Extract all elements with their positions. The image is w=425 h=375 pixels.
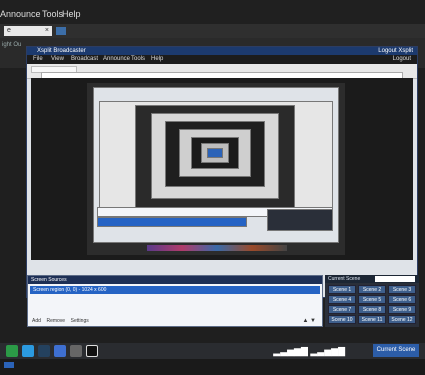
win-menu-view[interactable]: View (51, 56, 64, 62)
current-scene-field[interactable] (375, 276, 415, 282)
captured-window: Xsplit Broadcaster Logout Xsplit File Vi… (26, 46, 419, 327)
window-title: Xsplit Broadcaster (37, 48, 86, 54)
scene-3-button[interactable]: Scene 3 (388, 285, 416, 294)
add-source-button[interactable]: Add (32, 318, 41, 324)
tab-close-icon[interactable]: × (45, 26, 49, 36)
menu-announce[interactable]: Announce (0, 9, 41, 19)
preview-canvas (87, 83, 345, 255)
scene-7-button[interactable]: Scene 7 (328, 305, 356, 314)
window-browser-bar (27, 64, 417, 79)
outer-tabstrip: e × (0, 24, 425, 38)
scene-9-button[interactable]: Scene 9 (388, 305, 416, 314)
scene-1-button[interactable]: Scene 1 (328, 285, 356, 294)
sources-footer: Add Remove Settings (32, 318, 89, 324)
new-tab-icon[interactable] (56, 27, 66, 35)
settings-icon[interactable] (70, 345, 82, 357)
scene-11-button[interactable]: Scene 11 (358, 315, 386, 324)
sources-header: Screen Sources (28, 276, 322, 284)
skype-icon[interactable] (22, 345, 34, 357)
scene-4-button[interactable]: Scene 4 (328, 295, 356, 304)
steam-icon[interactable] (38, 345, 50, 357)
sources-panel: Screen Sources Screen region (0, 0) - 10… (27, 275, 323, 327)
media-icon[interactable] (86, 345, 98, 357)
bottom-left-indicator (4, 362, 14, 368)
scene-2-button[interactable]: Scene 2 (358, 285, 386, 294)
outer-menubar: Announce Tools Help (0, 0, 425, 24)
win-menu-logout[interactable]: Logout (393, 56, 411, 62)
window-titlebar: Xsplit Broadcaster Logout Xsplit (27, 47, 417, 55)
scene-head: Current Scene (325, 275, 419, 283)
scene-10-button[interactable]: Scene 10 (328, 315, 356, 324)
reorder-arrows[interactable]: ▲ ▼ (302, 318, 316, 324)
win-menu-help[interactable]: Help (151, 56, 163, 62)
remove-source-button[interactable]: Remove (46, 318, 65, 324)
source-settings-button[interactable]: Settings (71, 318, 89, 324)
outer-taskbar: ▂▃▅▆▇ ▂▃▅▆▇ Current Scene (0, 343, 425, 359)
chrome-icon[interactable] (6, 345, 18, 357)
scene-5-button[interactable]: Scene 5 (358, 295, 386, 304)
nested-colorful-strip (147, 245, 287, 251)
win-menu-file[interactable]: File (33, 56, 43, 62)
nested-scene-grid (267, 209, 333, 231)
win-menu-announce[interactable]: Announce (103, 56, 130, 62)
preview-area[interactable] (31, 78, 413, 260)
browser-tab[interactable]: e × (4, 26, 52, 36)
nested-window-9 (207, 148, 223, 158)
win-menu-broadcast[interactable]: Broadcast (71, 56, 98, 62)
scene-8-button[interactable]: Scene 8 (358, 305, 386, 314)
window-title-right: Logout Xsplit (378, 48, 413, 54)
menu-help[interactable]: Help (62, 9, 81, 19)
document-icon[interactable] (54, 345, 66, 357)
menu-tools[interactable]: Tools (42, 9, 63, 19)
scene-head-label: Current Scene (328, 276, 361, 282)
scene-panel: Current Scene Scene 1 Scene 2 Scene 3 Sc… (325, 275, 419, 327)
screen: Announce Tools Help e × ight Ou Xsplit B… (0, 0, 425, 375)
source-item[interactable]: Screen region (0, 0) - 1024 x 600 (30, 286, 320, 294)
browser-tab-label: e (7, 27, 11, 34)
band-label: ight Ou (2, 42, 22, 48)
win-menu-tools[interactable]: Tools (131, 56, 145, 62)
bottom-strip (0, 359, 425, 375)
window-menubar: File View Broadcast Announce Tools Help … (27, 55, 417, 64)
scene-12-button[interactable]: Scene 12 (388, 315, 416, 324)
nested-selected-source (97, 217, 247, 227)
volume-meter[interactable]: ▂▃▅▆▇ ▂▃▅▆▇ (273, 346, 345, 357)
scene-6-button[interactable]: Scene 6 (388, 295, 416, 304)
current-scene-button[interactable]: Current Scene (373, 344, 419, 357)
